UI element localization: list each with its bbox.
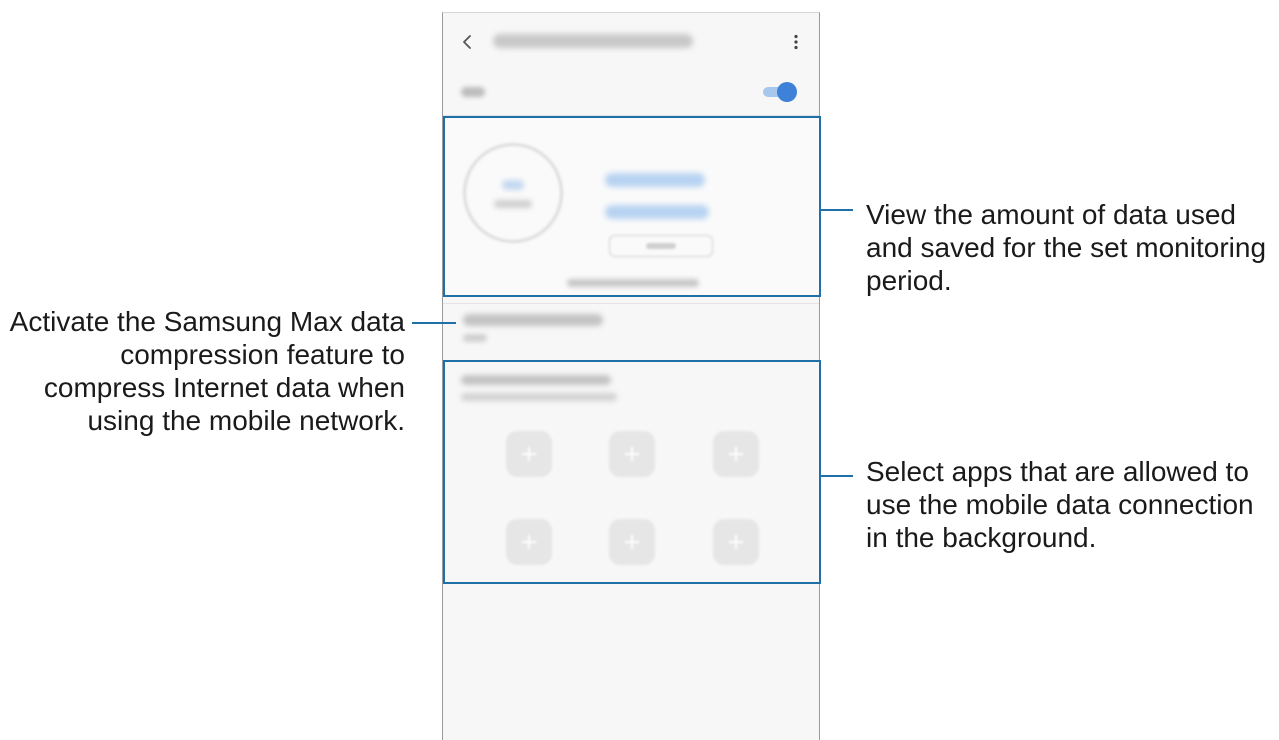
switch-label-blurred [461, 87, 485, 97]
compression-callout-text: Activate the Samsung Max data compressio… [9, 306, 405, 436]
compression-leader-line [412, 322, 456, 324]
compression-status-blurred [463, 334, 487, 342]
chevron-left-icon[interactable] [459, 33, 477, 51]
compression-title-blurred [463, 314, 603, 326]
usage-callout-box [443, 116, 821, 297]
more-vertical-icon[interactable] [787, 33, 805, 51]
background-apps-callout-text: Select apps that are allowed to use the … [866, 456, 1254, 553]
master-switch-row[interactable] [443, 73, 819, 116]
usage-callout-text: View the amount of data used and saved f… [866, 199, 1267, 296]
master-toggle[interactable] [761, 82, 797, 102]
background-apps-callout-box [443, 360, 821, 584]
toggle-knob [777, 82, 797, 102]
app-bar [443, 13, 819, 73]
background-apps-leader-line [821, 475, 853, 477]
data-compression-row[interactable] [443, 303, 819, 361]
page-title-blurred [493, 34, 693, 48]
usage-leader-line [821, 209, 853, 211]
